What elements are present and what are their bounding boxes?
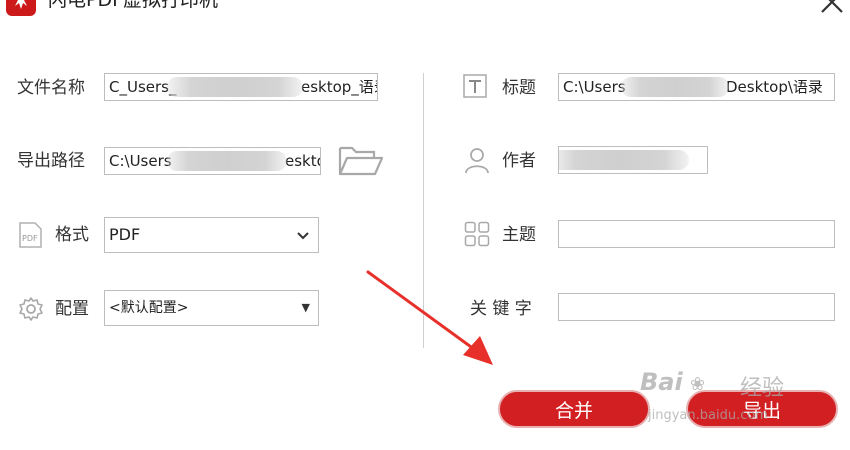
svg-text:PDF: PDF (22, 234, 38, 243)
close-icon[interactable] (818, 0, 846, 16)
annotation-arrow-icon (360, 268, 500, 368)
title-value-start: C:\Users (563, 78, 626, 96)
title-label: 标题 (502, 78, 536, 98)
merge-button[interactable]: 合并 (498, 390, 650, 428)
title-field[interactable]: C:\Users Desktop\语录 (558, 73, 835, 101)
format-label: 格式 (55, 225, 89, 245)
filename-field[interactable]: C_Users_ esktop_语录.p (104, 73, 378, 101)
chevron-down-icon (296, 218, 310, 266)
export-path-label: 导出路径 (17, 151, 85, 171)
gear-icon (17, 295, 45, 323)
watermark-brand: Bai (640, 368, 683, 396)
keywords-field[interactable] (558, 293, 835, 321)
filename-value-end: esktop_语录.p (301, 78, 377, 96)
watermark-brand-cn: 经验 (740, 376, 785, 401)
subject-field[interactable] (558, 220, 835, 248)
export-path-value-end: eskto (285, 152, 320, 170)
user-icon (464, 146, 490, 174)
redaction-blur (621, 77, 729, 97)
triangle-down-icon: ▼ (301, 301, 310, 314)
baidu-watermark: Bai ❀ 经验 jingyan.baidu.com (640, 368, 810, 428)
subject-label: 主题 (502, 225, 536, 245)
redaction-blur (559, 150, 689, 170)
format-value: PDF (109, 225, 141, 244)
author-field[interactable] (558, 146, 708, 174)
pdf-file-icon: PDF (17, 222, 43, 248)
config-value: <默认配置> (109, 300, 189, 316)
title-value-end: Desktop\语录 (726, 78, 823, 96)
redaction-blur (167, 151, 287, 171)
redaction-blur (167, 77, 303, 97)
author-label: 作者 (502, 151, 536, 171)
format-select[interactable]: PDF (104, 217, 319, 253)
config-label: 配置 (55, 299, 89, 319)
paw-icon: ❀ (690, 374, 706, 395)
window-title: 闪电PDF虚拟打印机 (48, 0, 219, 11)
filename-label: 文件名称 (17, 78, 85, 98)
text-icon (463, 74, 487, 98)
export-path-field[interactable]: C:\Users eskto (104, 147, 321, 175)
watermark-url: jingyan.baidu.com (648, 408, 768, 423)
grid-icon (464, 221, 490, 247)
config-select[interactable]: <默认配置> ▼ (104, 290, 319, 326)
app-logo-icon (6, 0, 36, 16)
export-path-value-start: C:\Users (109, 152, 172, 170)
folder-icon[interactable] (338, 142, 384, 178)
